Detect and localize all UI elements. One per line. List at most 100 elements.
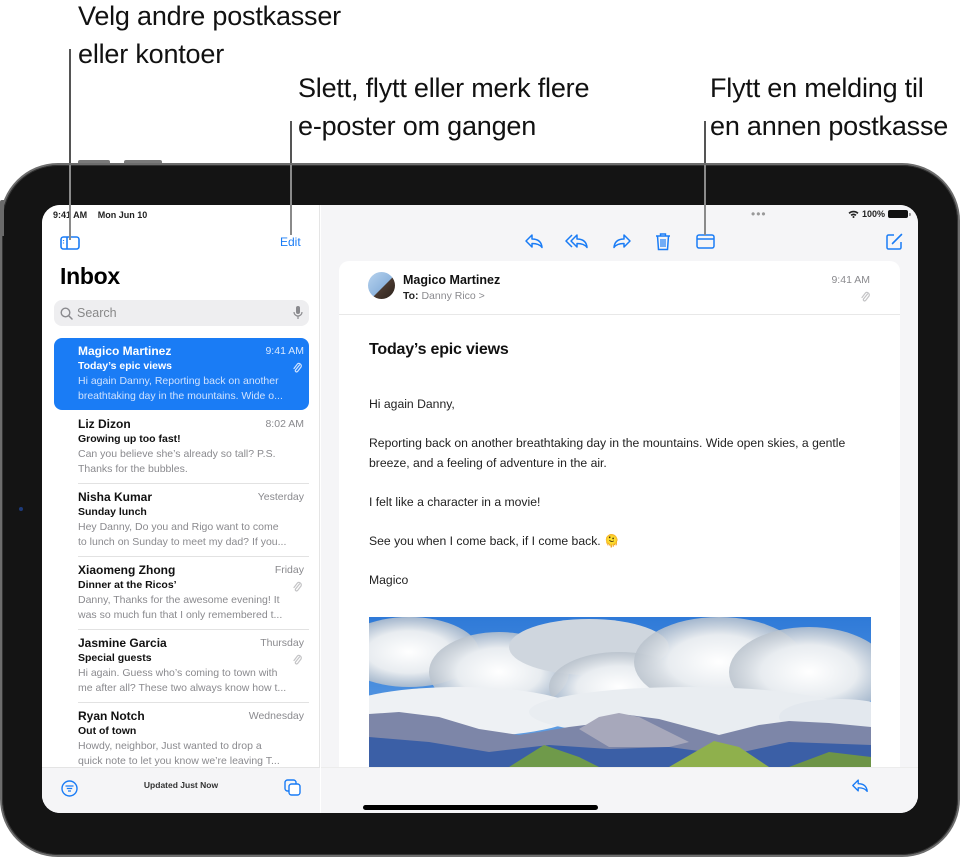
camera-icon [19,507,23,511]
body-paragraph: Reporting back on another breathtaking d… [369,436,846,470]
mail-time: Wednesday [248,710,304,722]
reply-icon [852,778,868,792]
callout-edit: Slett, flytt eller merk flere e-poster o… [298,69,589,145]
mail-preview-line: Howdy, neighbor, Just wanted to drop a [78,740,262,752]
trash-button[interactable] [654,231,672,251]
recipient-line[interactable]: To: Danny Rico > [403,290,485,302]
move-to-folder-icon [695,233,715,249]
mail-time: 9:41 AM [265,345,304,357]
list-item[interactable]: Magico Martinez 9:41 AM Today’s epic vie… [54,338,309,410]
attachment-icon [861,291,870,302]
mountain-landscape-photo[interactable] [369,617,871,767]
to-label: To: [403,290,419,302]
body-paragraph: See you when I come back, if I come back… [369,534,620,548]
mail-subject: Out of town [78,725,137,737]
callout-mailboxes: Velg andre postkasser eller kontoer [78,0,341,73]
mail-time: Friday [274,564,304,576]
device-side-button [0,200,4,236]
header-divider [339,314,900,315]
avatar [368,272,395,299]
trash-icon [656,232,670,250]
home-indicator[interactable] [363,805,598,810]
mail-time: 8:02 AM [265,418,304,430]
mail-subject: Special guests [78,652,152,664]
reply-all-button[interactable] [565,232,589,250]
photo-image [369,617,871,767]
battery-percent: 100% [861,209,885,219]
mail-preview: Hi again. Guess who’s coming to town wit… [78,666,303,696]
mail-preview-line: Can you believe she’s already so tall? P… [78,448,276,460]
callout-leader-line [69,165,71,240]
attachment-icon [293,581,302,592]
mail-sender: Xiaomeng Zhong [78,563,176,577]
mail-preview-line: breathtaking day in the mountains. Wide … [78,390,283,402]
wifi-icon [848,210,859,218]
mail-preview: Danny, Thanks for the awesome evening! I… [78,593,303,623]
reply-all-icon [565,234,588,249]
sidebar-footer: Updated Just Now [42,767,320,813]
callout-leader-line [704,165,706,235]
mail-preview-line: Thanks for the bubbles. [78,463,188,475]
reply-button[interactable] [523,232,545,250]
list-item[interactable]: Xiaomeng Zhong Friday Dinner at the Rico… [54,557,309,630]
update-status: Updated Just Now [143,780,219,790]
mail-preview-line: was so much fun that I only remembered t… [78,609,283,621]
search-input[interactable] [77,306,309,320]
status-date: Mon Jun 10 [97,210,148,220]
detail-footer [321,767,918,813]
mail-preview: Hi again Danny, Reporting back on anothe… [78,374,303,404]
microphone-icon[interactable] [293,305,303,320]
callout-move-message: Flytt en melding til en annen postkasse [710,69,948,145]
mail-preview: Can you believe she’s already so tall? P… [78,447,303,477]
mailboxes-button[interactable] [283,778,301,796]
move-to-folder-button[interactable] [695,233,715,249]
sender-name[interactable]: Magico Martinez [403,273,500,287]
message-time: 9:41 AM [831,274,870,286]
mail-preview-line: Hey Danny, Do you and Rigo want to come [78,521,279,533]
edit-button[interactable]: Edit [280,235,301,249]
list-item[interactable]: Ryan Notch Wednesday Out of town Howdy, … [54,703,309,776]
mail-preview-line: Danny, Thanks for the awesome evening! I… [78,594,280,606]
reply-icon [525,234,543,249]
list-item[interactable]: Nisha Kumar Yesterday Sunday lunch Hey D… [54,484,309,557]
forward-icon [613,234,631,249]
mail-preview: Howdy, neighbor, Just wanted to drop a q… [78,739,303,769]
callout-line: en annen postkasse [710,111,949,141]
mail-preview: Hey Danny, Do you and Rigo want to come … [78,520,303,550]
callout-line: e-poster om gangen [298,111,537,141]
mailbox-sidebar: 9:41 AM Mon Jun 10 Edit Inbox Magico Mar… [42,205,320,813]
callout-leader-line [290,165,292,235]
list-item[interactable]: Liz Dizon 8:02 AM Growing up too fast! C… [54,411,309,484]
recipient-name: Danny Rico [421,290,476,302]
mail-time: Yesterday [257,491,304,503]
battery-icon [888,210,911,218]
forward-button[interactable] [611,232,633,250]
reply-button-bottom[interactable] [850,777,870,793]
message-list: Magico Martinez 9:41 AM Today’s epic vie… [54,338,309,776]
list-item[interactable]: Jasmine Garcia Thursday Special guests H… [54,630,309,703]
search-icon [60,306,73,320]
mail-subject: Sunday lunch [78,506,147,518]
message-subject: Today’s epic views [369,341,509,358]
message-card: Magico Martinez To: Danny Rico > 9:41 AM… [339,261,900,767]
attachment-icon [293,654,302,665]
callout-line: eller kontoer [78,39,224,69]
page-title: Inbox [60,263,120,289]
search-field[interactable] [54,300,309,326]
attachment-icon [293,362,302,373]
compose-button[interactable] [885,232,903,250]
mail-preview-line: me after all? These two always know how … [78,682,287,694]
mail-preview-line: Hi again Danny, Reporting back on anothe… [78,375,279,387]
mail-subject: Today’s epic views [78,360,172,372]
mailboxes-stack-icon [283,778,301,796]
mail-preview-line: Hi again. Guess who’s coming to town wit… [78,667,278,679]
ipad-screen: 9:41 AM Mon Jun 10 Edit Inbox Magico Mar… [42,205,918,813]
mail-subject: Growing up too fast! [78,433,181,445]
mail-preview-line: to lunch on Sunday to meet my dad? If yo… [78,536,287,548]
callout-line: Flytt en melding til [710,73,924,103]
callout-line: Velg andre postkasser [78,1,341,31]
body-paragraph: I felt like a character in a movie! [369,495,541,509]
mail-time: Thursday [260,637,304,649]
multitasking-handle[interactable]: ••• [751,207,767,221]
chevron-right-icon: > [478,290,485,302]
